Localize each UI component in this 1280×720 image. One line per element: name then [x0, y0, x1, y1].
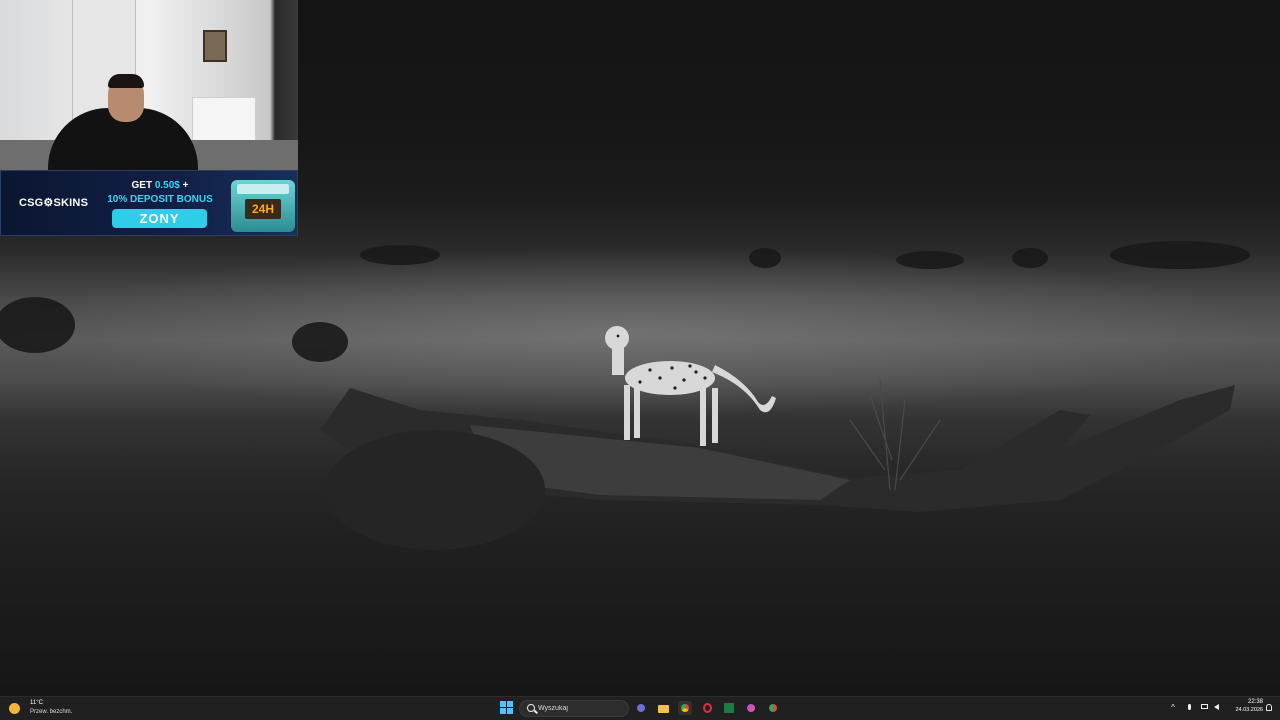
sun-icon: [9, 703, 20, 714]
crate-label: 24H: [245, 199, 281, 219]
network-icon[interactable]: [1201, 704, 1209, 712]
banner-offer-prefix: GET: [131, 180, 155, 191]
chrome-alt-icon[interactable]: [766, 701, 780, 715]
clock-time: 22:38: [1247, 699, 1263, 705]
excel-icon[interactable]: [722, 701, 736, 715]
search-icon: [527, 704, 535, 712]
weather-desc: Przew. bezchm.: [30, 709, 73, 715]
messenger-icon[interactable]: [744, 701, 758, 715]
clock-date: 24.03.2026: [1235, 707, 1263, 713]
chrome-icon[interactable]: [678, 701, 692, 715]
banner-offer-line1: GET 0.50$ +: [105, 180, 215, 191]
microphone-icon[interactable]: [1185, 704, 1193, 712]
tray-chevron-icon[interactable]: ^: [1169, 704, 1177, 712]
sponsor-banner: CSG⚙SKINS GET 0.50$ + 10% DEPOSIT BONUS …: [0, 170, 298, 236]
volume-icon[interactable]: [1213, 704, 1221, 712]
webcam-wall-picture: [203, 30, 227, 62]
banner-offer-amount: 0.50$: [154, 180, 180, 191]
banner-offer-suffix: +: [179, 180, 189, 191]
banner-code-badge: ZONY: [112, 209, 207, 228]
file-explorer-icon[interactable]: [656, 701, 670, 715]
banner-offer-line2: 10% DEPOSIT BONUS: [107, 194, 213, 205]
taskbar: 11°C Przew. bezchm. ^ 22:38 24.03: [0, 696, 1280, 720]
opera-icon[interactable]: [700, 701, 714, 715]
taskbar-clock[interactable]: 22:38 24.03.2026: [1229, 699, 1263, 713]
crate-icon: 24H: [231, 180, 295, 232]
webcam-overlay: [0, 0, 298, 170]
taskbar-search[interactable]: [519, 700, 629, 717]
search-input[interactable]: [538, 702, 626, 715]
notification-icon[interactable]: [1266, 704, 1274, 712]
banner-brand: CSG⚙SKINS: [19, 197, 89, 209]
webcam-person-hair: [108, 74, 144, 88]
crate-lid: [237, 184, 289, 194]
teams-icon[interactable]: [634, 701, 648, 715]
start-icon[interactable]: [500, 701, 514, 715]
weather-temp: 11°C: [30, 700, 43, 706]
